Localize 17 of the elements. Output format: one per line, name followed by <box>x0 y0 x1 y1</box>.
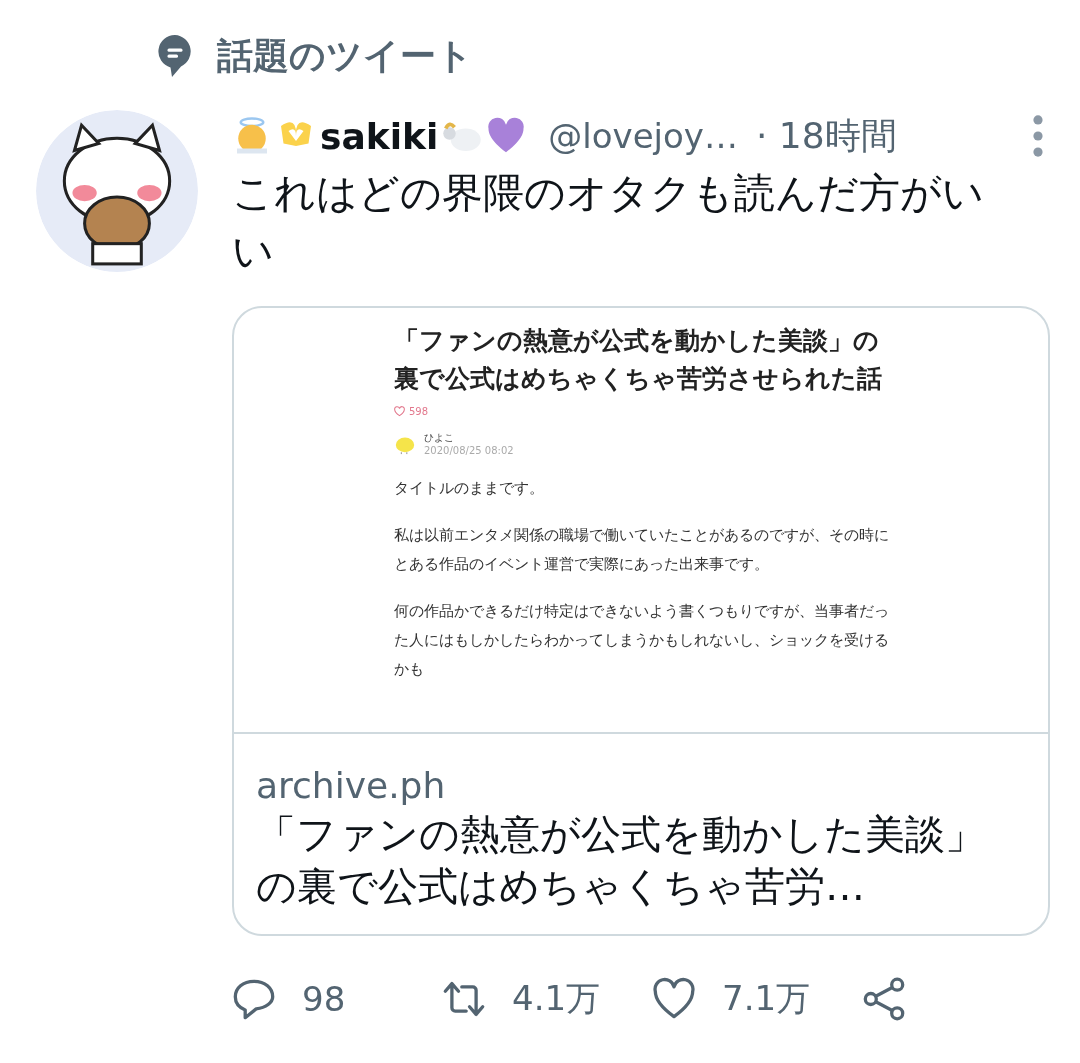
like-count: 598 <box>409 406 429 417</box>
link-title: 「ファンの熱意が公式を動かした美談」の裏で公式はめちゃくちゃ苦労… <box>256 810 986 911</box>
action-count: 7.1万 <box>722 977 811 1020</box>
action-count: 4.1万 <box>512 977 601 1020</box>
tweet-text: これはどの界隈のオタクも読んだ方がいい <box>232 168 985 277</box>
display-name[interactable]: sakiki <box>320 115 439 157</box>
article-paragraph: 何の作品かできるだけ特定はできないよう書くつもりですが、当事者だった人にはもしかしたらわかってしまうかもしれないし、ショックを受けるかも <box>394 602 890 679</box>
link-domain: archive.ph <box>256 764 447 808</box>
article-title: 「ファンの熱意が公式を動かした美談」の裏で公式はめちゃくちゃ苦労させられた話 <box>394 325 883 395</box>
post-date: 2020/08/25 08:02 <box>424 445 514 456</box>
tweet-time: · 18時間 <box>755 113 897 158</box>
action-count: 98 <box>302 979 346 1019</box>
article-paragraph: 私は以前エンタメ関係の職場で働いていたことがあるのですが、その時にとある作品のイベント運営で実際にあった出来事です。 <box>394 526 890 574</box>
user-handle[interactable]: @lovejoy… <box>548 116 738 156</box>
section-title: 話題のツイート <box>217 33 473 78</box>
article-paragraph: タイトルのままです。 <box>394 479 545 498</box>
author-name: ひよこ <box>424 431 455 445</box>
